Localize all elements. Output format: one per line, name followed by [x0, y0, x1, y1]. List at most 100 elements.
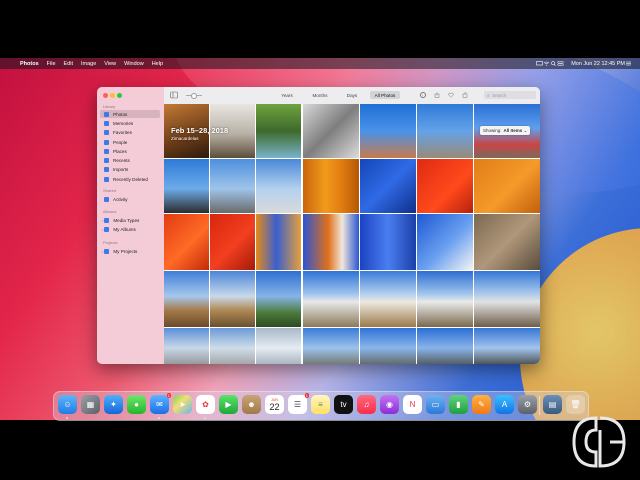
photo-thumbnail[interactable] [210, 159, 255, 213]
notes-icon[interactable]: ≡ [311, 395, 330, 414]
photo-thumbnail[interactable] [360, 214, 416, 270]
menu-file[interactable]: File [47, 61, 56, 67]
photo-thumbnail[interactable] [474, 159, 540, 213]
menubar-clock[interactable]: Mon Jun 22 12:45 PM [571, 61, 625, 67]
sidebar-item-favorites[interactable]: Favorites [100, 128, 160, 136]
photo-thumbnail[interactable] [256, 328, 301, 364]
share-icon[interactable] [434, 92, 440, 98]
numbers-icon[interactable]: ▮ [449, 395, 468, 414]
photo-thumbnail[interactable] [417, 214, 473, 270]
apple-logo-icon[interactable] [8, 61, 13, 67]
photos-app-icon[interactable]: ✿ [196, 395, 215, 414]
photo-thumbnail[interactable] [474, 328, 540, 364]
sidebar-item-activity[interactable]: Activity [100, 195, 160, 203]
calendar-icon[interactable]: JUN 22 [265, 395, 284, 414]
location-label[interactable]: Zimacardelas [171, 136, 199, 141]
photo-thumbnail[interactable] [164, 214, 209, 270]
control-center-icon[interactable] [557, 61, 564, 66]
finder-icon[interactable]: ☺ [58, 395, 77, 414]
search-icon[interactable] [550, 61, 557, 66]
system-preferences-icon[interactable]: ⚙ [518, 395, 537, 414]
keynote-icon[interactable]: ▭ [426, 395, 445, 414]
tab-months[interactable]: Months [308, 91, 332, 99]
sidebar-item-my-albums[interactable]: › My Albums [100, 225, 160, 233]
sidebar-item-places[interactable]: Places [100, 147, 160, 155]
photo-thumbnail[interactable] [303, 104, 359, 158]
chevron-right-icon[interactable]: › [102, 249, 103, 254]
photo-thumbnail[interactable] [474, 271, 540, 327]
photo-thumbnail[interactable] [474, 214, 540, 270]
photo-thumbnail[interactable] [210, 271, 255, 327]
tab-all-photos[interactable]: All Photos [370, 91, 400, 99]
music-icon[interactable]: ♫ [357, 395, 376, 414]
photo-thumbnail[interactable] [360, 328, 416, 364]
tab-years[interactable]: Years [276, 91, 298, 99]
photo-thumbnail[interactable] [164, 271, 209, 327]
menu-image[interactable]: Image [81, 61, 96, 67]
maps-icon[interactable]: ➤ [173, 395, 192, 414]
menu-view[interactable]: View [104, 61, 116, 67]
photo-thumbnail[interactable] [303, 159, 359, 213]
mail-icon[interactable]: ✉ 1 [150, 393, 171, 414]
photo-thumbnail[interactable] [360, 159, 416, 213]
downloads-folder-icon[interactable]: ▤ [543, 395, 562, 414]
sidebar-toggle-icon[interactable] [170, 91, 178, 99]
photo-thumbnail[interactable] [417, 104, 473, 158]
photo-thumbnail[interactable] [303, 214, 359, 270]
zoom-slider[interactable] [186, 93, 202, 99]
info-icon[interactable]: i [420, 92, 426, 98]
sidebar-item-photos[interactable]: Photos [100, 110, 160, 118]
photo-thumbnail[interactable] [164, 328, 209, 364]
favorite-icon[interactable] [448, 92, 454, 98]
menu-help[interactable]: Help [152, 61, 163, 67]
sidebar-item-recents[interactable]: Recents [100, 156, 160, 164]
rotate-icon[interactable] [462, 92, 468, 98]
sidebar-item-imports[interactable]: Imports [100, 165, 160, 173]
contacts-icon[interactable]: ☻ [242, 395, 261, 414]
chevron-right-icon[interactable]: › [102, 218, 103, 223]
photo-thumbnail[interactable] [210, 214, 255, 270]
photo-thumbnail[interactable] [256, 159, 301, 213]
pages-icon[interactable]: ✎ [472, 395, 491, 414]
sidebar-item-memories[interactable]: Memories [100, 119, 160, 127]
photo-thumbnail[interactable] [210, 328, 255, 364]
photo-thumbnail[interactable] [417, 271, 473, 327]
sidebar-item-media-types[interactable]: › Media Types [100, 216, 160, 224]
wifi-icon[interactable] [543, 61, 550, 66]
reminders-icon[interactable]: ☰ 1 [288, 393, 309, 414]
photo-thumbnail[interactable] [417, 159, 473, 213]
photo-thumbnail[interactable] [303, 328, 359, 364]
photo-thumbnail[interactable] [360, 104, 416, 158]
sidebar-item-recently-deleted[interactable]: Recently Deleted [100, 175, 160, 183]
launchpad-icon[interactable]: ▦ [81, 395, 100, 414]
photo-thumbnail[interactable] [360, 271, 416, 327]
zoom-slider-knob[interactable] [191, 93, 197, 99]
messages-icon[interactable]: ● [127, 395, 146, 414]
notification-center-icon[interactable] [625, 61, 632, 66]
facetime-icon[interactable]: ▶ [219, 395, 238, 414]
safari-icon[interactable]: ✦ [104, 395, 123, 414]
apple-tv-icon[interactable]: tv [334, 395, 353, 414]
minimize-button[interactable] [110, 93, 115, 98]
news-icon[interactable]: N [403, 395, 422, 414]
showing-filter-button[interactable]: Showing: All Items ⌄ [480, 126, 531, 135]
search-field[interactable]: ⌕ Search [484, 91, 536, 99]
menu-window[interactable]: Window [124, 61, 144, 67]
close-button[interactable] [103, 93, 108, 98]
photo-thumbnail[interactable] [417, 328, 473, 364]
app-store-icon[interactable]: A [495, 395, 514, 414]
tab-days[interactable]: Days [342, 91, 362, 99]
photo-thumbnail[interactable] [256, 214, 301, 270]
photo-thumbnail[interactable] [256, 104, 301, 158]
photo-thumbnail[interactable] [256, 271, 301, 327]
sidebar-item-people[interactable]: People [100, 138, 160, 146]
menu-photos[interactable]: Photos [20, 61, 39, 67]
menu-edit[interactable]: Edit [64, 61, 73, 67]
sidebar-item-my-projects[interactable]: › My Projects [100, 247, 160, 255]
photo-thumbnail[interactable] [303, 271, 359, 327]
podcasts-icon[interactable]: ◉ [380, 395, 399, 414]
chevron-right-icon[interactable]: › [102, 227, 103, 232]
photo-thumbnail[interactable] [164, 159, 209, 213]
zoom-button[interactable] [117, 93, 122, 98]
screen-mirroring-icon[interactable] [536, 61, 543, 66]
